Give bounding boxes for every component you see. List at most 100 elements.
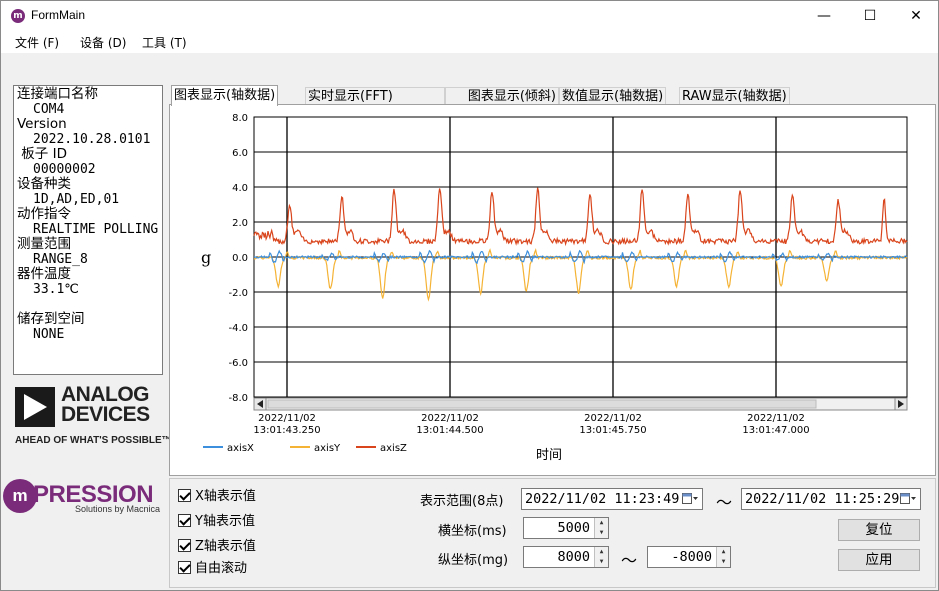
- tab-realtime-fft[interactable]: 实时显示(FFT): [305, 87, 445, 105]
- port-value: COM4: [33, 102, 65, 117]
- chart-lines: [253, 187, 908, 302]
- menu-bar: 文件 (F) 设备 (D) 工具 (T): [1, 31, 938, 53]
- menu-device[interactable]: 设备 (D): [80, 34, 126, 51]
- y-tick-label: 2.0: [232, 218, 248, 229]
- range-start-value: 2022/11/02 11:23:49: [525, 491, 680, 507]
- show-z-label: Z轴表示值: [195, 539, 256, 554]
- checkbox-checked-icon[interactable]: [178, 514, 191, 527]
- free-scroll-checkbox[interactable]: 自由滚动: [178, 561, 247, 577]
- y-max-spinner[interactable]: 8000 ▲ ▼: [523, 546, 609, 568]
- x-tick-date: 2022/11/02: [421, 413, 479, 424]
- show-y-checkbox[interactable]: Y轴表示值: [178, 514, 255, 530]
- y-tick-label: 0.0: [232, 253, 248, 264]
- reset-button[interactable]: 复位: [838, 519, 920, 541]
- x-tick-date: 2022/11/02: [584, 413, 642, 424]
- y-scale-tilde: ～: [621, 551, 638, 570]
- action-value: REALTIME POLLING: [33, 222, 159, 237]
- storage-label: 储存到空间: [17, 311, 85, 327]
- action-label: 动作指令: [17, 206, 71, 222]
- storage-value: NONE: [33, 327, 65, 342]
- y-max-value: 8000: [557, 549, 590, 565]
- apply-button[interactable]: 应用: [838, 549, 920, 571]
- x-tick-time: 13:01:47.000: [742, 425, 809, 436]
- show-y-label: Y轴表示值: [195, 514, 255, 529]
- device-type-value: 1D,AD,ED,01: [33, 192, 120, 207]
- window-title: FormMain: [31, 8, 86, 22]
- scroll-thumb[interactable]: [267, 399, 817, 409]
- spin-down-icon[interactable]: ▼: [595, 557, 608, 567]
- range-label: 测量范围: [17, 236, 71, 252]
- spin-up-icon[interactable]: ▲: [717, 547, 730, 557]
- chart-panel: 8.0 6.0 4.0 2.0 0.0 -2.0 -4.0 -6.0 -8.0 2022/11/…: [169, 104, 936, 476]
- range-end-value: 2022/11/02 11:25:29: [745, 491, 900, 507]
- adi-triangle-icon: [15, 387, 55, 427]
- menu-tools[interactable]: 工具 (T): [142, 34, 187, 51]
- y-tick-label: -8.0: [228, 393, 248, 404]
- port-label: 连接端口名称: [17, 86, 98, 102]
- y-tick-label: -4.0: [228, 323, 248, 334]
- tab-numeric-axis[interactable]: 数值显示(轴数据): [559, 87, 667, 105]
- calendar-dropdown-icon[interactable]: [900, 493, 916, 505]
- y-scale-label: 纵坐标(mg): [438, 553, 509, 568]
- range-tilde: ～: [716, 493, 733, 512]
- checkbox-checked-icon[interactable]: [178, 561, 191, 574]
- title-bar[interactable]: m FormMain — ☐ ✕: [1, 1, 938, 31]
- x-scale-spinner[interactable]: 5000 ▲ ▼: [523, 517, 609, 539]
- range-value: RANGE_8: [33, 252, 88, 267]
- x-tick-date: 2022/11/02: [747, 413, 805, 424]
- controls-panel: X轴表示值 Y轴表示值 Z轴表示值 自由滚动 表示范围(8点) 2022/11/…: [169, 478, 936, 588]
- range-end-picker[interactable]: 2022/11/02 11:25:29: [741, 488, 921, 510]
- spin-down-icon[interactable]: ▼: [595, 528, 608, 538]
- x-scale-value: 5000: [557, 520, 590, 536]
- close-button[interactable]: ✕: [893, 1, 939, 31]
- x-tick-time: 13:01:43.250: [253, 425, 320, 436]
- y-tick-label: 8.0: [232, 113, 248, 124]
- y-axis-label: g: [201, 248, 211, 267]
- x-tick-time: 13:01:45.750: [579, 425, 646, 436]
- free-scroll-label: 自由滚动: [195, 561, 248, 576]
- spin-up-icon[interactable]: ▲: [595, 547, 608, 557]
- spinner-buttons[interactable]: ▲ ▼: [594, 518, 608, 538]
- minimize-button[interactable]: —: [801, 1, 847, 31]
- x-tick-date: 2022/11/02: [258, 413, 316, 424]
- spinner-buttons[interactable]: ▲ ▼: [716, 547, 730, 567]
- temperature-value: 33.1℃: [33, 282, 79, 297]
- temperature-label: 器件温度: [17, 266, 71, 282]
- app-icon: m: [11, 9, 25, 23]
- y-tick-label: 4.0: [232, 183, 248, 194]
- mpression-subtitle: Solutions by Macnica: [75, 504, 161, 514]
- tab-chart-tilt[interactable]: 图表显示(倾斜): [445, 87, 559, 105]
- maximize-button[interactable]: ☐: [847, 1, 893, 31]
- legend-label: axisX: [227, 443, 254, 454]
- legend-label: axisY: [314, 443, 341, 454]
- tab-chart-axis[interactable]: 图表显示(轴数据): [171, 85, 279, 106]
- show-x-checkbox[interactable]: X轴表示值: [178, 489, 256, 505]
- y-min-spinner[interactable]: -8000 ▲ ▼: [647, 546, 731, 568]
- spin-down-icon[interactable]: ▼: [717, 557, 730, 567]
- chart-scrollbar: [253, 397, 908, 411]
- legend-label: axisZ: [380, 443, 407, 454]
- y-tick-label: -6.0: [228, 358, 248, 369]
- x-axis-ticks: 2022/11/0213:01:43.2502022/11/0213:01:44…: [253, 413, 809, 436]
- spin-up-icon[interactable]: ▲: [595, 518, 608, 528]
- y-axis-ticks: 8.0 6.0 4.0 2.0 0.0 -2.0 -4.0 -6.0 -8.0: [228, 113, 248, 404]
- show-x-label: X轴表示值: [195, 489, 256, 504]
- calendar-dropdown-icon[interactable]: [682, 493, 698, 505]
- y-min-value: -8000: [671, 549, 712, 565]
- version-value: 2022.10.28.0101: [33, 132, 151, 147]
- y-tick-label: -2.0: [228, 288, 248, 299]
- checkbox-checked-icon[interactable]: [178, 489, 191, 502]
- display-range-label: 表示范围(8点): [420, 494, 504, 509]
- range-start-picker[interactable]: 2022/11/02 11:23:49: [521, 488, 703, 510]
- device-type-label: 设备种类: [17, 176, 71, 192]
- menu-file[interactable]: 文件 (F): [15, 34, 59, 51]
- analog-devices-logo: ANALOG DEVICES AHEAD OF WHAT'S POSSIBLE™: [15, 384, 172, 449]
- show-z-checkbox[interactable]: Z轴表示值: [178, 539, 256, 555]
- mpression-logo: m PRESSION Solutions by Macnica: [3, 477, 169, 519]
- spinner-buttons[interactable]: ▲ ▼: [594, 547, 608, 567]
- mpression-m-icon: m: [3, 479, 37, 513]
- checkbox-checked-icon[interactable]: [178, 539, 191, 552]
- tab-raw-axis[interactable]: RAW显示(轴数据): [679, 87, 790, 105]
- series-axisZ-line: [253, 187, 908, 247]
- y-tick-label: 6.0: [232, 148, 248, 159]
